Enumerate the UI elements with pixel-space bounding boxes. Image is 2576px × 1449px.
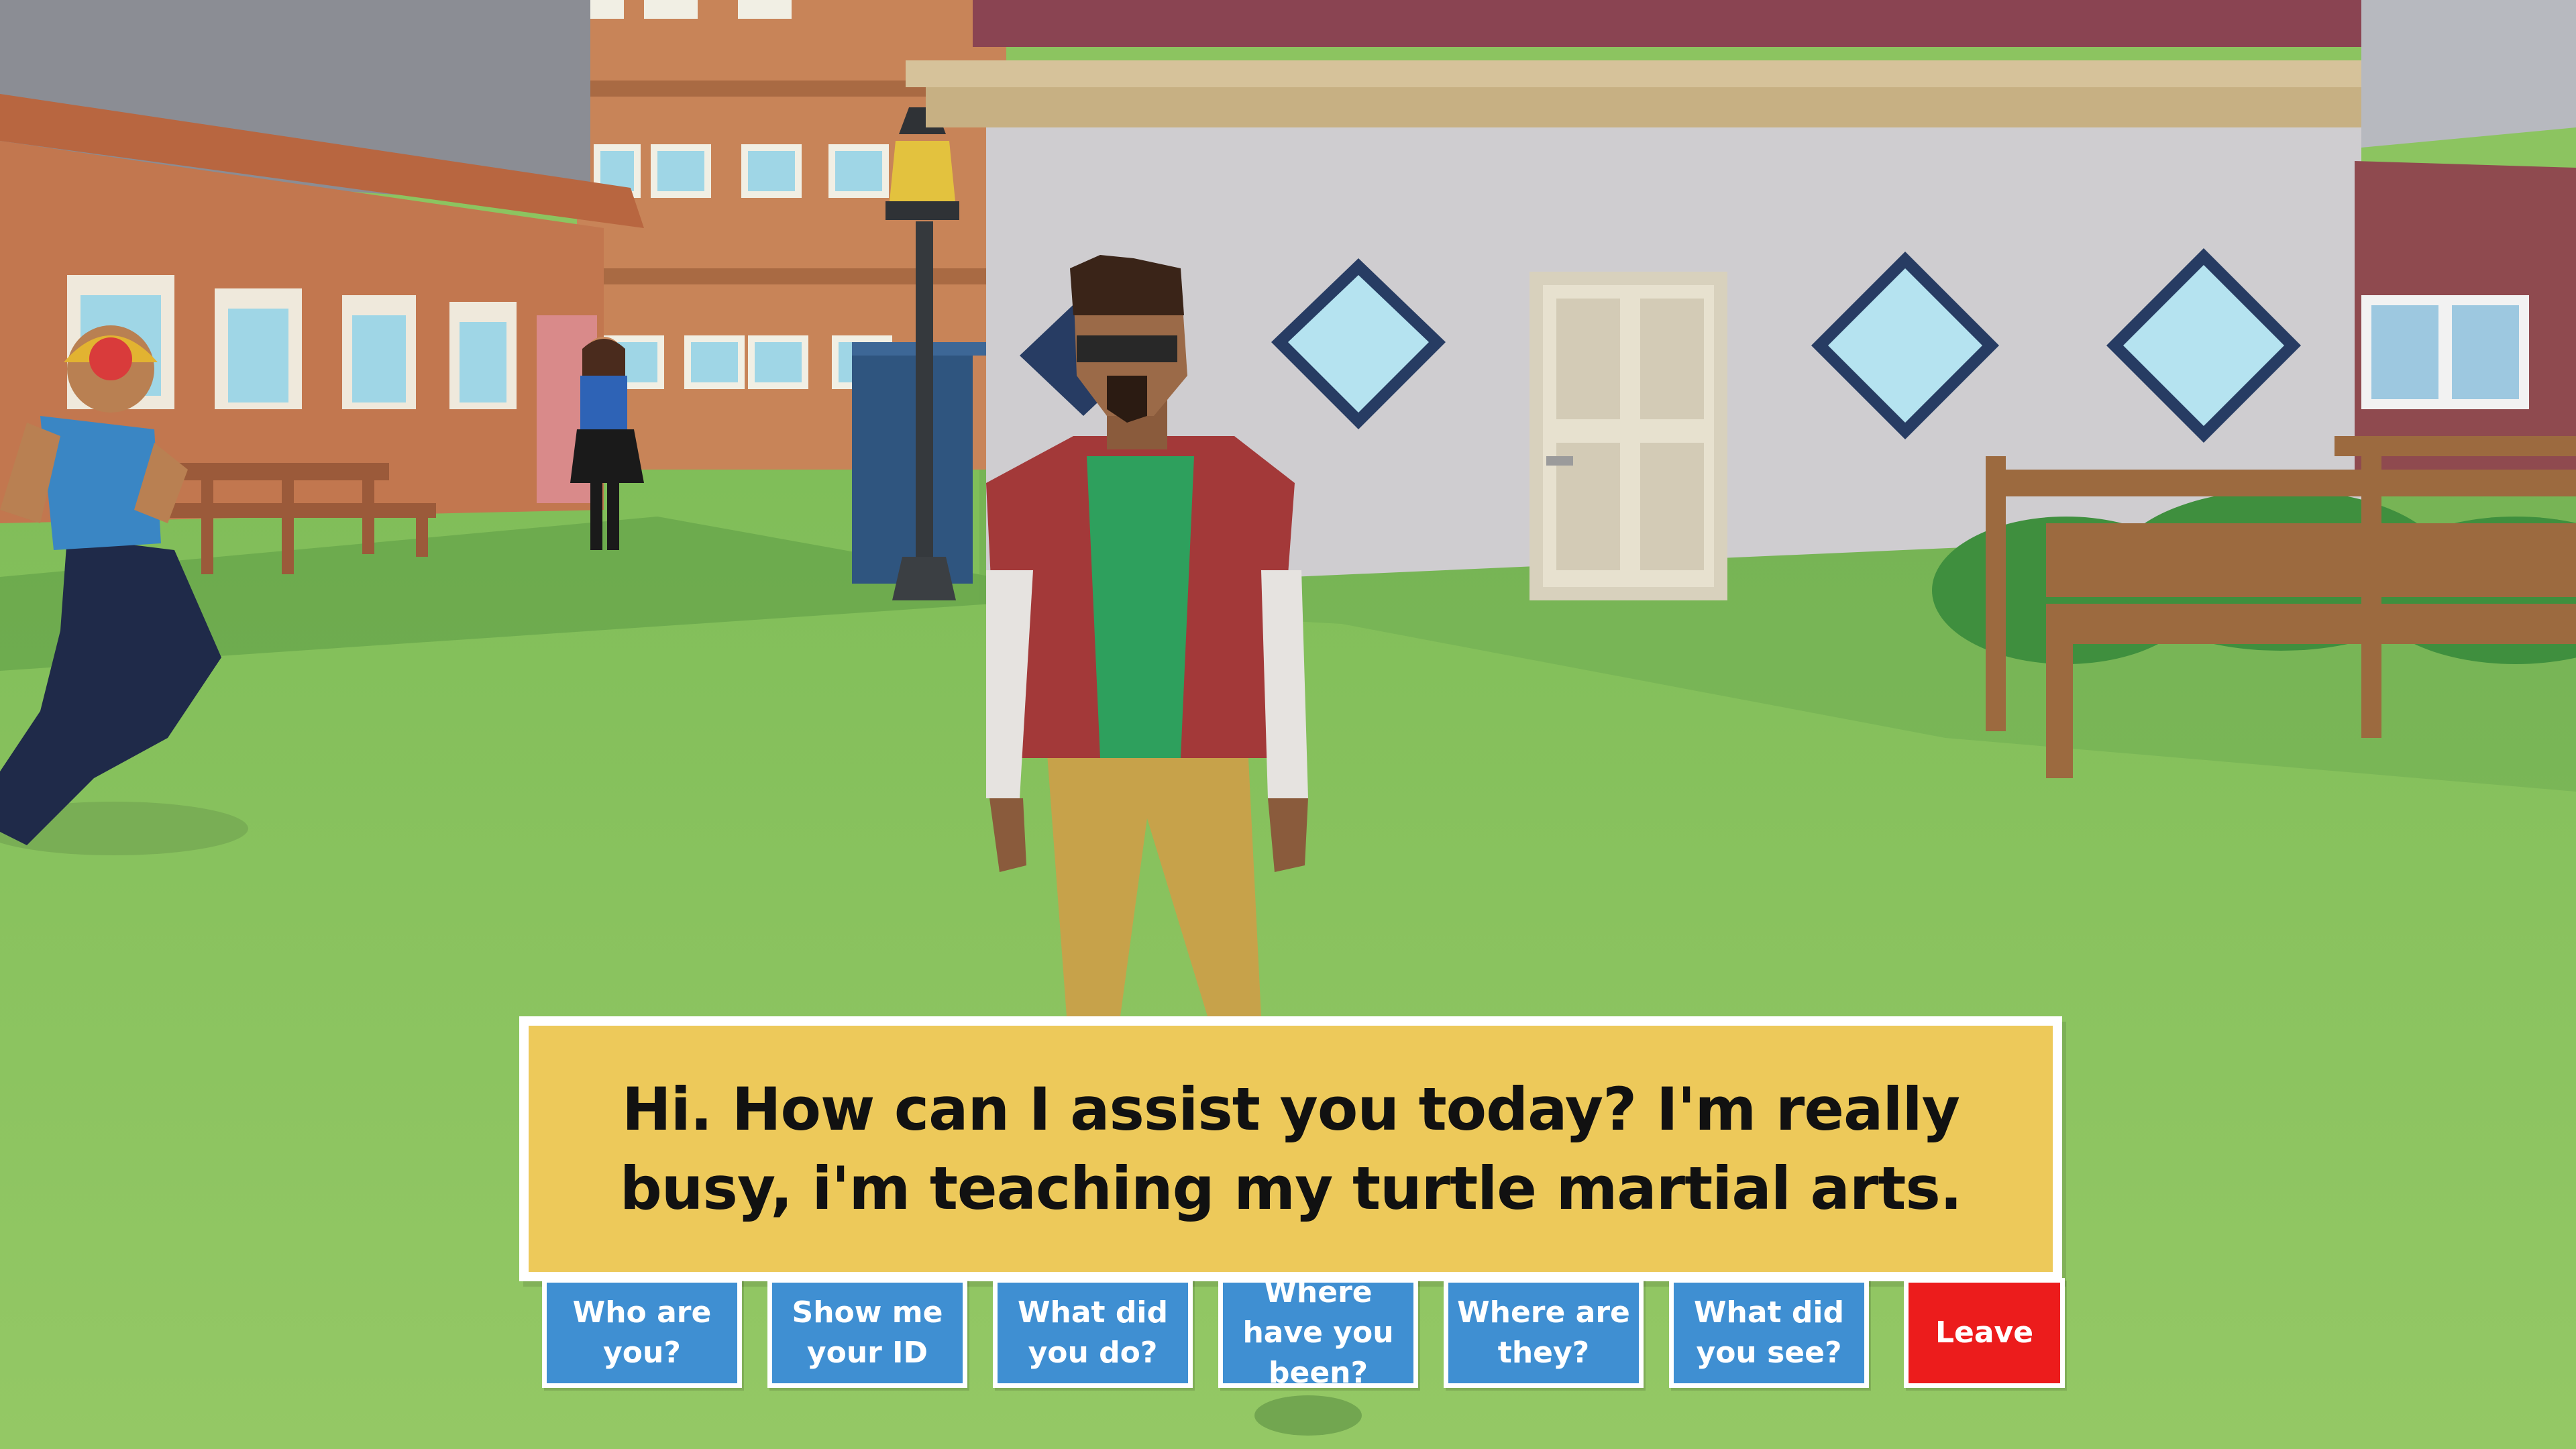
choice-where-have-you-been[interactable]: Where have you been? [1218,1275,1418,1390]
choice-who-are-you[interactable]: Who are you? [542,1278,742,1388]
dialogue-choices: Who are you? Show me your ID What did yo… [542,1275,2066,1392]
choice-where-are-they[interactable]: Where are they? [1444,1278,1644,1388]
dialogue-box: Hi. How can I assist you today? I'm real… [519,1016,2062,1281]
choice-what-did-you-do[interactable]: What did you do? [993,1278,1193,1388]
choice-what-did-you-see[interactable]: What did you see? [1669,1278,1869,1388]
game-viewport: Hi. How can I assist you today? I'm real… [0,0,2576,1449]
right-building [2355,0,2576,483]
leave-button[interactable]: Leave [1904,1278,2065,1388]
npc-dialogue-text: Hi. How can I assist you today? I'm real… [619,1074,1962,1223]
choice-show-me-your-id[interactable]: Show me your ID [767,1278,967,1388]
blue-bin [852,345,973,584]
